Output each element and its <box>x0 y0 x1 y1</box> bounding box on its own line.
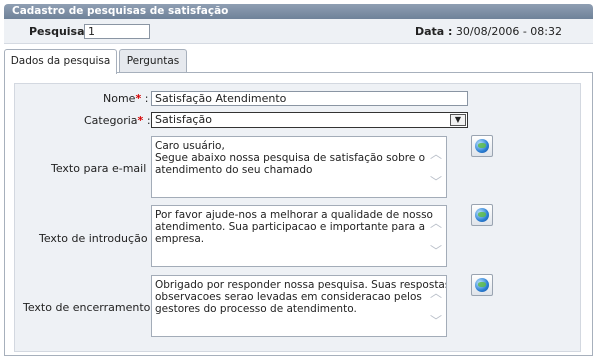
texto-email-textarea[interactable]: Caro usuário, Segue abaixo nossa pesquis… <box>151 136 447 198</box>
scroll-down-icon[interactable]: ﹀ <box>429 245 443 257</box>
nome-input[interactable]: Satisfação Atendimento <box>151 91 468 106</box>
categoria-required-mark: * <box>137 114 144 127</box>
window-title: Cadastro de pesquisas de satisfação <box>4 4 593 19</box>
globe-icon[interactable] <box>471 135 493 157</box>
texto-email-line: Caro usuário, <box>155 140 225 152</box>
form-area: Nome* : Satisfação Atendimento Categoria… <box>14 83 581 352</box>
texto-introducao-line: atendimento. Sua participacao e importan… <box>155 221 426 233</box>
date-label: Data : <box>414 25 453 38</box>
tab-dados-da-pesquisa[interactable]: Dados da pesquisa <box>4 49 117 74</box>
texto-email-label: Texto para e-mail : <box>51 162 154 175</box>
globe-icon[interactable] <box>471 204 493 226</box>
nome-colon: : <box>144 92 149 105</box>
categoria-select[interactable]: Satisfação ▼ <box>151 112 468 128</box>
texto-introducao-textarea[interactable]: Por favor ajude-nos a melhorar a qualida… <box>151 205 447 267</box>
texto-email-line: Segue abaixo nossa pesquisa de satisfaçã… <box>155 152 426 164</box>
categoria-label: Categoria* : <box>84 114 151 127</box>
globe-icon[interactable] <box>471 274 493 296</box>
texto-encerramento-label: Texto de encerramento : <box>23 301 158 314</box>
categoria-colon: : <box>146 114 151 127</box>
date-value: 30/08/2006 - 08:32 <box>455 25 562 38</box>
texto-encerramento-line: Obrigado por responder nossa pesquisa. S… <box>155 279 447 291</box>
scroll-down-icon[interactable]: ﹀ <box>429 315 443 327</box>
header-bar: Pesquisa : 1 Data : 30/08/2006 - 08:32 <box>4 19 593 44</box>
categoria-selected-value: Satisfação <box>155 113 212 126</box>
chevron-down-icon[interactable]: ▼ <box>450 114 466 126</box>
nome-label: Nome* : <box>103 92 148 105</box>
texto-introducao-label: Texto de introdução : <box>39 232 155 245</box>
tab-perguntas[interactable]: Perguntas <box>119 49 187 73</box>
texto-encerramento-textarea[interactable]: Obrigado por responder nossa pesquisa. S… <box>151 275 447 337</box>
texto-introducao-line: Por favor ajude-nos a melhorar a qualida… <box>155 209 433 221</box>
texto-encerramento-line: gestores do processo de atendimento. <box>155 303 357 315</box>
scroll-up-icon[interactable]: ︿ <box>429 217 443 229</box>
nome-required-mark: * <box>135 92 142 105</box>
scroll-down-icon[interactable]: ﹀ <box>429 176 443 188</box>
nome-label-text: Nome <box>103 92 136 105</box>
texto-introducao-line: empresa. <box>155 233 205 245</box>
pesquisa-field[interactable]: 1 <box>84 24 150 39</box>
categoria-label-text: Categoria <box>84 114 138 127</box>
tab-panel: Nome* : Satisfação Atendimento Categoria… <box>4 72 593 356</box>
scroll-up-icon[interactable]: ︿ <box>429 287 443 299</box>
texto-encerramento-line: observacoes serao levadas em consideraca… <box>155 291 422 303</box>
date-display: Data : 30/08/2006 - 08:32 <box>415 25 562 38</box>
texto-email-line: atendimento do seu chamado <box>155 164 313 176</box>
scroll-up-icon[interactable]: ︿ <box>429 148 443 160</box>
